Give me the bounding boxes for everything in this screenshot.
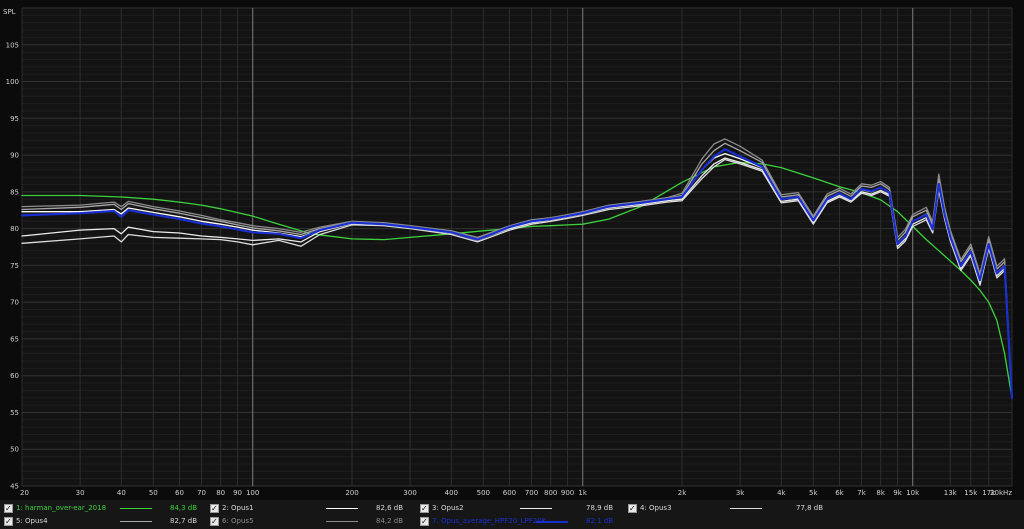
x-tick-label: 3k — [736, 489, 745, 497]
x-tick-label: 10k — [906, 489, 920, 497]
legend-bar: 1: harman_over-ear_2018 84,3 dB 2: Opus1… — [0, 500, 1024, 529]
legend-db-6: 84,2 dB — [376, 517, 404, 525]
y-tick-label: 75 — [10, 262, 19, 270]
x-tick-label: 2k — [678, 489, 687, 497]
chart-svg: 45 50 55 60 65 70 75 80 85 90 95 100 105 SPL 20 30 40 50 6… — [3, 7, 1014, 497]
x-tick-label: 800 — [544, 489, 557, 497]
legend-label-3: 3: Opus2 — [432, 504, 464, 512]
legend-checkbox-7[interactable] — [420, 515, 429, 528]
x-tick-label: 20kHz — [990, 489, 1012, 497]
legend-db-3: 78,9 dB — [586, 504, 614, 512]
legend-db-5: 82,7 dB — [170, 517, 198, 525]
x-tick-label: 9k — [893, 489, 902, 497]
legend-item-1[interactable]: 1: harman_over-ear_2018 84,3 dB — [4, 502, 197, 515]
legend-label-7: 7: Opus_average_HPF20_LPF20K — [432, 517, 547, 525]
x-tick-label: 13k — [944, 489, 958, 497]
y-tick-label: 45 — [10, 483, 19, 491]
y-tick-label: 65 — [10, 335, 19, 343]
x-tick-label: 8k — [876, 489, 885, 497]
x-tick-label: 300 — [403, 489, 416, 497]
legend-swatch-6 — [326, 521, 358, 522]
legend-label-6: 6: Opus5 — [222, 517, 254, 525]
x-tick-label: 200 — [345, 489, 358, 497]
legend-label-2: 2: Opus1 — [222, 504, 254, 512]
y-axis-label: SPL — [3, 8, 16, 16]
frequency-response-chart: 45 50 55 60 65 70 75 80 85 90 95 100 105 SPL 20 30 40 50 6… — [0, 0, 1024, 500]
x-tick-label: 40 — [117, 489, 126, 497]
legend-swatch-3 — [520, 508, 552, 509]
legend-checkbox-2[interactable] — [210, 502, 219, 515]
y-tick-label: 95 — [10, 115, 19, 123]
x-tick-label: 20 — [20, 489, 29, 497]
y-tick-label: 90 — [10, 152, 19, 160]
legend-db-7: 82,1 dB — [586, 517, 614, 525]
y-tick-label: 100 — [6, 78, 19, 86]
legend-checkbox-6[interactable] — [210, 515, 219, 528]
legend-swatch-5 — [120, 521, 152, 522]
x-tick-label: 30 — [76, 489, 85, 497]
legend-checkbox-4[interactable] — [628, 502, 637, 515]
y-tick-label: 70 — [10, 299, 19, 307]
x-tick-label: 6k — [835, 489, 844, 497]
y-tick-label: 80 — [10, 225, 19, 233]
x-tick-label: 80 — [216, 489, 225, 497]
legend-db-1: 84,3 dB — [170, 504, 198, 512]
x-tick-label: 400 — [445, 489, 458, 497]
legend-item-2[interactable]: 2: Opus1 82,6 dB — [210, 502, 403, 515]
legend-checkbox-1[interactable] — [4, 502, 13, 515]
x-tick-label: 700 — [525, 489, 538, 497]
legend-item-6[interactable]: 6: Opus5 84,2 dB — [210, 515, 403, 528]
y-tick-label: 60 — [10, 372, 19, 380]
y-tick-label: 50 — [10, 446, 19, 454]
legend-item-5[interactable]: 5: Opus4 82,7 dB — [4, 515, 197, 528]
y-tick-label: 105 — [6, 41, 19, 49]
legend-db-2: 82,6 dB — [376, 504, 404, 512]
y-tick-label: 55 — [10, 409, 19, 417]
legend-label-5: 5: Opus4 — [16, 517, 48, 525]
x-tick-label: 5k — [809, 489, 818, 497]
x-tick-label: 600 — [503, 489, 516, 497]
legend-item-4[interactable]: 4: Opus3 77,8 dB — [628, 502, 823, 515]
x-tick-label: 60 — [175, 489, 184, 497]
x-tick-label: 50 — [149, 489, 158, 497]
legend-label-1: 1: harman_over-ear_2018 — [16, 504, 107, 512]
x-tick-label: 90 — [233, 489, 242, 497]
x-tick-label: 900 — [561, 489, 574, 497]
legend-checkbox-5[interactable] — [4, 515, 13, 528]
legend-swatch-7 — [536, 521, 568, 523]
plot-area — [22, 8, 1012, 486]
legend-item-3[interactable]: 3: Opus2 78,9 dB — [420, 502, 613, 515]
x-tick-label: 1k — [578, 489, 587, 497]
x-tick-label: 4k — [777, 489, 786, 497]
legend-db-4: 77,8 dB — [796, 504, 824, 512]
legend-checkbox-3[interactable] — [420, 502, 429, 515]
legend-swatch-1 — [120, 508, 152, 509]
x-tick-label: 7k — [857, 489, 866, 497]
legend-item-7[interactable]: 7: Opus_average_HPF20_LPF20K 82,1 dB — [420, 515, 613, 528]
x-tick-label: 15k — [964, 489, 978, 497]
legend-swatch-4 — [730, 508, 762, 509]
y-tick-label: 85 — [10, 188, 19, 196]
x-tick-label: 70 — [197, 489, 206, 497]
x-tick-label: 100 — [246, 489, 259, 497]
legend-label-4: 4: Opus3 — [640, 504, 672, 512]
legend-swatch-2 — [326, 508, 358, 509]
x-tick-label: 500 — [477, 489, 490, 497]
